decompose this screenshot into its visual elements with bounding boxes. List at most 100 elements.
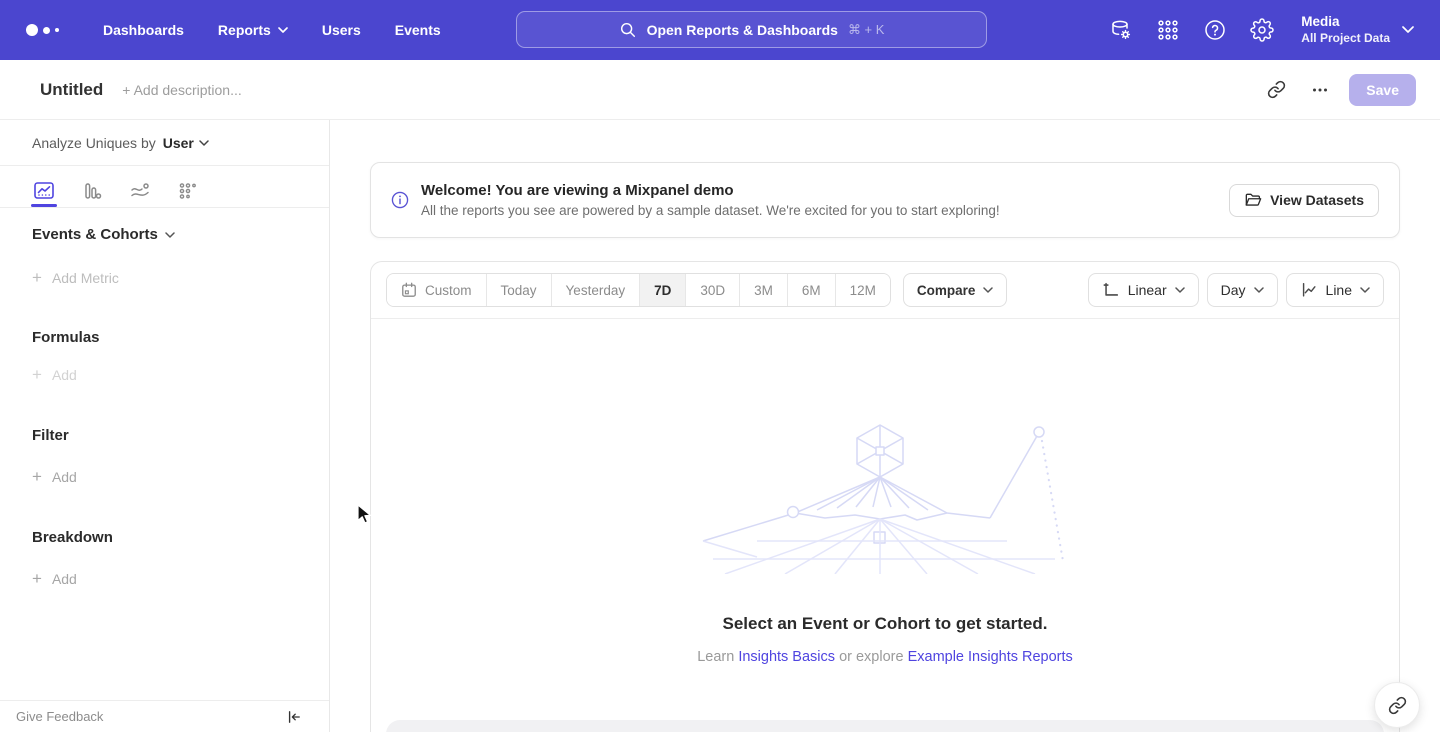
nav-item-dashboards[interactable]: Dashboards	[86, 0, 201, 60]
nav-item-reports[interactable]: Reports	[201, 0, 305, 60]
scale-selector[interactable]: Linear	[1088, 273, 1199, 307]
date-range-yesterday[interactable]: Yesterday	[552, 274, 641, 306]
chevron-down-icon	[983, 287, 993, 293]
date-range-7d[interactable]: 7D	[640, 274, 686, 306]
chart-type-label: Line	[1326, 282, 1352, 298]
report-title[interactable]: Untitled	[40, 80, 103, 100]
section-label: Filter	[32, 427, 69, 444]
analyze-label: Analyze Uniques by	[32, 135, 156, 151]
more-options-button[interactable]	[1305, 75, 1335, 105]
insights-basics-link[interactable]: Insights Basics	[738, 649, 835, 665]
report-canvas: Welcome! You are viewing a Mixpanel demo…	[330, 120, 1440, 732]
breakdown-panel-edge[interactable]	[386, 720, 1384, 732]
add-formula-button[interactable]: + Add	[32, 366, 297, 383]
add-breakdown-button[interactable]: + Add	[32, 570, 297, 587]
date-range-6m[interactable]: 6M	[788, 274, 836, 306]
line-chart-tab-icon	[33, 180, 55, 202]
top-nav: Dashboards Reports Users Events Open Rep…	[0, 0, 1440, 60]
bar-chart-tab-icon	[81, 180, 103, 202]
chevron-down-icon	[199, 140, 209, 146]
analyze-row: Analyze Uniques by User	[0, 120, 329, 166]
help-icon[interactable]	[1203, 18, 1227, 42]
date-range-label: Custom	[425, 283, 472, 298]
empty-state: Select an Event or Cohort to get started…	[371, 419, 1399, 665]
tab-bar-chart[interactable]	[80, 166, 104, 207]
project-selector[interactable]: Media All Project Data	[1297, 13, 1414, 46]
breakdown-section-title: Breakdown	[32, 529, 297, 546]
data-management-icon[interactable]	[1109, 18, 1133, 42]
learn-prefix: Learn	[697, 649, 734, 665]
date-range-control: Custom Today Yesterday 7D 30D 3M 6M 12M	[386, 273, 891, 307]
mixpanel-logo[interactable]	[26, 24, 70, 36]
settings-gear-icon[interactable]	[1250, 18, 1274, 42]
empty-state-title: Select an Event or Cohort to get started…	[371, 614, 1399, 634]
nav-item-events[interactable]: Events	[378, 0, 458, 60]
plus-icon: +	[32, 269, 42, 286]
plus-icon: +	[32, 570, 42, 587]
link-icon	[1267, 80, 1286, 99]
middle-text: or explore	[839, 649, 903, 665]
scale-label: Linear	[1128, 282, 1167, 298]
chevron-down-icon	[1254, 287, 1264, 293]
report-description-placeholder[interactable]: + Add description...	[122, 82, 241, 98]
logo-dot	[43, 27, 50, 34]
empty-state-links: Learn Insights Basics or explore Example…	[371, 649, 1399, 665]
empty-state-illustration	[695, 419, 1075, 574]
tab-line-chart[interactable]	[32, 166, 56, 207]
give-feedback-link[interactable]: Give Feedback	[16, 709, 103, 724]
tab-flow-chart[interactable]	[128, 166, 152, 207]
compare-button[interactable]: Compare	[903, 273, 1008, 307]
view-datasets-button[interactable]: View Datasets	[1229, 184, 1379, 217]
events-cohorts-section-title[interactable]: Events & Cohorts	[32, 226, 297, 243]
add-filter-button[interactable]: + Add	[32, 468, 297, 485]
linear-scale-icon	[1102, 281, 1120, 299]
project-name: Media	[1301, 13, 1390, 31]
interval-label: Day	[1221, 282, 1246, 298]
link-icon	[1388, 696, 1407, 715]
analyze-unit-selector[interactable]: User	[163, 135, 209, 151]
save-button[interactable]: Save	[1349, 74, 1416, 106]
compare-label: Compare	[917, 283, 976, 298]
chart-type-selector[interactable]: Line	[1286, 273, 1384, 307]
report-header: Untitled + Add description... Save	[0, 60, 1440, 120]
section-label: Breakdown	[32, 529, 113, 546]
flow-chart-tab-icon	[129, 180, 151, 202]
table-view-tab-icon	[177, 180, 199, 202]
plus-icon: +	[32, 366, 42, 383]
demo-welcome-banner: Welcome! You are viewing a Mixpanel demo…	[370, 162, 1400, 238]
analyze-unit-value: User	[163, 135, 194, 151]
filter-section-title: Filter	[32, 427, 297, 444]
nav-item-label: Reports	[218, 22, 271, 38]
logo-dot	[26, 24, 38, 36]
date-range-12m[interactable]: 12M	[836, 274, 890, 306]
project-dataset: All Project Data	[1301, 31, 1390, 47]
plus-icon: +	[32, 468, 42, 485]
date-range-30d[interactable]: 30D	[686, 274, 740, 306]
date-range-today[interactable]: Today	[487, 274, 552, 306]
chevron-down-icon	[278, 27, 288, 33]
section-label: Formulas	[32, 329, 100, 346]
nav-item-users[interactable]: Users	[305, 0, 378, 60]
date-range-3m[interactable]: 3M	[740, 274, 788, 306]
global-search[interactable]: Open Reports & Dashboards ⌘ + K	[516, 11, 987, 48]
nav-right-cluster: Media All Project Data	[1109, 13, 1440, 46]
folder-icon	[1244, 192, 1262, 208]
nav-item-label: Dashboards	[103, 22, 184, 38]
nav-item-label: Users	[322, 22, 361, 38]
chevron-down-icon	[1360, 287, 1370, 293]
add-metric-button[interactable]: + Add Metric	[32, 269, 297, 286]
copy-link-button[interactable]	[1261, 75, 1291, 105]
chart-card: Custom Today Yesterday 7D 30D 3M 6M 12M …	[370, 261, 1400, 732]
search-label: Open Reports & Dashboards	[647, 22, 838, 38]
add-formula-label: Add	[52, 367, 77, 383]
sidebar-footer: Give Feedback	[0, 700, 329, 732]
apps-grid-icon[interactable]	[1156, 18, 1180, 42]
collapse-sidebar-icon[interactable]	[286, 709, 302, 725]
share-link-fab[interactable]	[1374, 682, 1420, 728]
date-range-custom[interactable]: Custom	[387, 274, 487, 306]
interval-selector[interactable]: Day	[1207, 273, 1278, 307]
tab-table-view[interactable]	[176, 166, 200, 207]
calendar-icon	[401, 282, 417, 298]
example-insights-reports-link[interactable]: Example Insights Reports	[908, 649, 1073, 665]
search-shortcut: ⌘ + K	[848, 22, 885, 38]
